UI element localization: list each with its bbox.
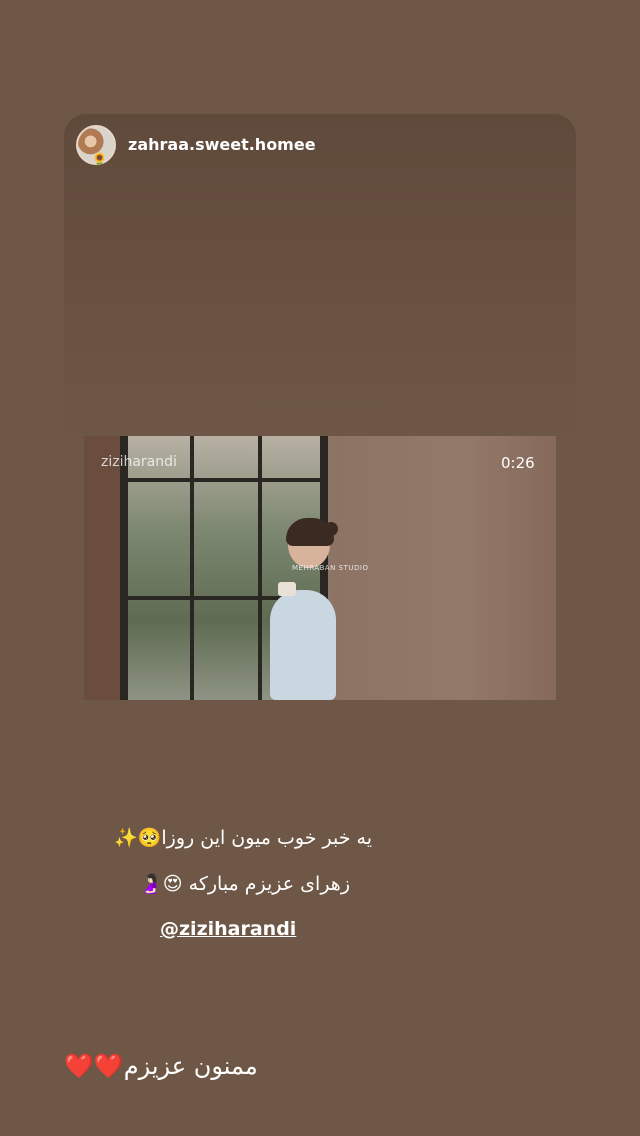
cup xyxy=(278,582,296,596)
thanks-text: ممنون عزیزم❤️❤️ xyxy=(64,1052,258,1080)
video-left-edge xyxy=(84,436,120,700)
child-hair-bun xyxy=(324,522,338,536)
caption-line-2: زهرای عزیزم مبارکه 😍🤰🏻 xyxy=(139,873,350,895)
window-frame-row1 xyxy=(124,478,324,482)
child-figure xyxy=(270,590,336,700)
username-link[interactable]: zahraa.sweet.homee xyxy=(128,135,316,154)
mention-sticker[interactable]: @ziziharandi xyxy=(160,918,296,940)
caption-line-1: یه خبر خوب میون این روزا🥺✨ xyxy=(114,827,372,849)
sunflower-icon: 🌻 xyxy=(92,152,107,166)
studio-watermark: MEHRABAN STUDIO xyxy=(292,564,369,572)
user-avatar[interactable]: 🌻 xyxy=(76,125,116,165)
window-frame-left xyxy=(120,436,128,700)
video-duration: 0:26 xyxy=(501,454,535,472)
shared-post-card[interactable] xyxy=(64,114,576,444)
window-frame-mid1 xyxy=(190,436,194,700)
window-frame-mid2 xyxy=(258,436,262,700)
video-watermark-username: ziziharandi xyxy=(101,454,177,470)
